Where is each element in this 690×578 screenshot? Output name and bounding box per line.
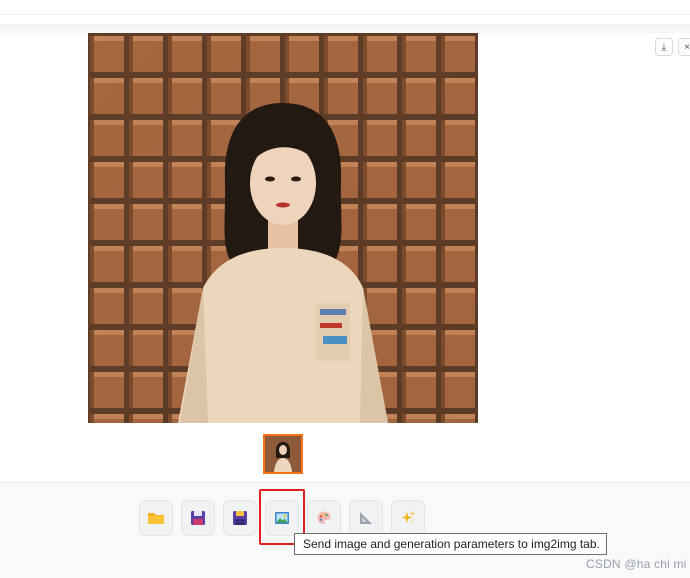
image-thumbnail[interactable] bbox=[263, 434, 303, 474]
download-icon: ⤓ bbox=[661, 41, 667, 53]
palette-icon bbox=[317, 511, 331, 524]
send-to-inpaint-button[interactable] bbox=[307, 500, 341, 536]
download-button[interactable]: ⤓ bbox=[655, 38, 673, 56]
save-icon bbox=[191, 511, 205, 525]
close-button[interactable]: × bbox=[678, 38, 690, 56]
tooltip-text: Send image and generation parameters to … bbox=[303, 537, 600, 551]
generate-variations-button[interactable] bbox=[391, 500, 425, 536]
zip-save-icon bbox=[233, 511, 247, 525]
watermark: CSDN @ha chi mi bbox=[586, 557, 687, 571]
close-icon: × bbox=[684, 41, 690, 53]
open-folder-button[interactable] bbox=[139, 500, 173, 536]
sparkles-icon bbox=[401, 511, 415, 524]
triangle-ruler-icon bbox=[360, 512, 372, 524]
folder-icon bbox=[148, 513, 164, 524]
send-to-extras-button[interactable] bbox=[349, 500, 383, 536]
generated-image[interactable] bbox=[88, 33, 478, 423]
top-divider bbox=[0, 14, 690, 15]
save-button[interactable] bbox=[181, 500, 215, 536]
zip-save-button[interactable] bbox=[223, 500, 257, 536]
tooltip: Send image and generation parameters to … bbox=[294, 533, 607, 555]
